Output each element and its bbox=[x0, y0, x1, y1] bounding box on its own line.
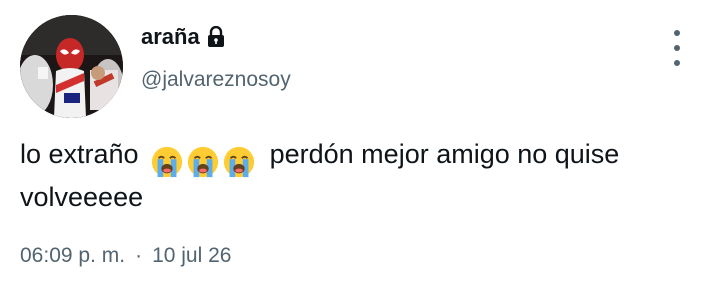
tweet-date[interactable]: 10 jul 26 bbox=[152, 244, 231, 268]
loudly-crying-face-icon bbox=[187, 146, 219, 177]
author-name-row: araña bbox=[141, 24, 226, 50]
loudly-crying-face-icon bbox=[223, 146, 255, 177]
more-vertical-icon bbox=[674, 30, 680, 36]
more-options-button[interactable] bbox=[664, 30, 690, 66]
display-name[interactable]: araña bbox=[141, 24, 200, 50]
lock-icon bbox=[206, 25, 226, 48]
loudly-crying-face-icon bbox=[151, 146, 183, 177]
tweet-card: araña @jalvareznosoy lo extraño perdón m… bbox=[0, 0, 720, 293]
avatar[interactable] bbox=[20, 15, 123, 118]
tweet-text-before-emoji: lo extraño bbox=[20, 139, 139, 169]
more-vertical-icon-dot bbox=[674, 60, 680, 66]
emoji-group bbox=[150, 142, 258, 179]
tweet-meta: 06:09 p. m. · 10 jul 26 bbox=[20, 244, 231, 268]
avatar-photo bbox=[20, 15, 123, 118]
meta-separator: · bbox=[135, 244, 143, 267]
tweet-text: lo extraño perdón mejor amigo no quise v… bbox=[20, 136, 700, 215]
author-handle[interactable]: @jalvareznosoy bbox=[141, 68, 291, 92]
tweet-text-line-1: lo extraño perdón mejor amigo no quise bbox=[20, 136, 700, 179]
more-vertical-icon-dot bbox=[674, 45, 680, 51]
tweet-text-line-2: volveeeee bbox=[20, 181, 144, 212]
tweet-text-after-emoji: perdón mejor amigo no quise bbox=[269, 139, 620, 169]
tweet-time[interactable]: 06:09 p. m. bbox=[20, 244, 125, 268]
